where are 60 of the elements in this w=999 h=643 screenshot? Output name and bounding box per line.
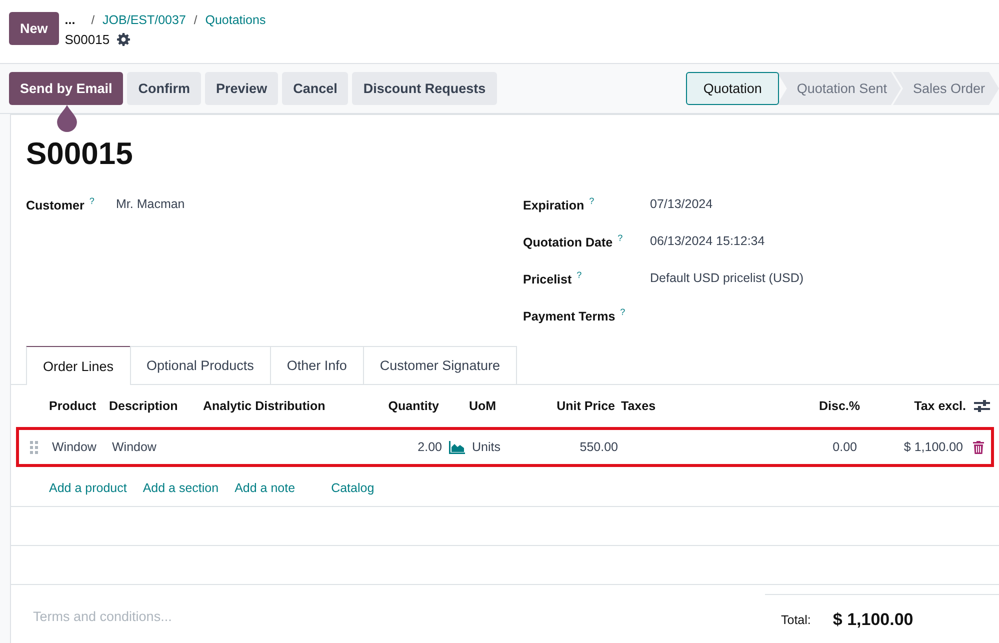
column-header[interactable]: Product bbox=[46, 399, 106, 413]
record-name: S00015 bbox=[64, 32, 110, 47]
settings-icon[interactable] bbox=[116, 33, 130, 46]
action-button[interactable]: Preview bbox=[205, 72, 278, 105]
action-button[interactable]: Send by Email bbox=[9, 72, 124, 105]
add-link[interactable]: Add a note bbox=[234, 481, 296, 506]
total-label: Total: bbox=[781, 612, 811, 626]
column-header[interactable]: Tax excl. bbox=[863, 399, 969, 413]
table-cell-text: 550.00 bbox=[578, 440, 619, 454]
field-label: Payment Terms bbox=[523, 309, 616, 324]
drag-handle-icon[interactable] bbox=[30, 440, 38, 454]
status-stage[interactable]: Quotation Sent bbox=[776, 72, 901, 105]
field-value[interactable]: Default USD pricelist (USD) bbox=[650, 271, 804, 285]
column-header[interactable]: Description bbox=[106, 399, 200, 413]
more-menu[interactable]: ... bbox=[64, 13, 76, 27]
add-link[interactable]: Add a section bbox=[142, 481, 219, 506]
action-button[interactable]: Discount Requests bbox=[352, 72, 497, 105]
delete-icon[interactable] bbox=[973, 440, 984, 454]
column-header[interactable]: Taxes bbox=[618, 399, 773, 413]
new-button[interactable]: New bbox=[9, 12, 59, 45]
field-value[interactable]: 06/13/2024 15:12:34 bbox=[650, 234, 765, 248]
breadcrumb-link[interactable]: JOB/EST/0037 bbox=[102, 13, 186, 27]
column-header[interactable]: Unit Price bbox=[540, 399, 618, 413]
pin-icon bbox=[57, 105, 77, 132]
tab[interactable]: Customer Signature bbox=[362, 346, 517, 384]
field-value[interactable]: 07/13/2024 bbox=[650, 197, 713, 211]
tab[interactable]: Order Lines bbox=[26, 346, 131, 385]
help-tooltip[interactable]: ? bbox=[89, 196, 94, 206]
table-cell-text: Units bbox=[471, 440, 502, 454]
add-link[interactable]: Catalog bbox=[331, 481, 374, 506]
table-cell-text: $ 1,100.00 bbox=[902, 440, 964, 454]
field-label: Pricelist bbox=[523, 272, 572, 286]
action-button[interactable]: Confirm bbox=[127, 72, 202, 105]
column-header[interactable]: Quantity bbox=[350, 399, 466, 413]
column-options-icon[interactable] bbox=[974, 399, 990, 413]
add-link[interactable]: Add a product bbox=[49, 481, 127, 506]
help-tooltip[interactable]: ? bbox=[589, 196, 594, 206]
forecast-chart-icon[interactable] bbox=[449, 440, 465, 454]
table-cell-text: 0.00 bbox=[832, 440, 858, 454]
record-title: S00015 bbox=[26, 135, 133, 173]
column-header[interactable]: Analytic Distribution bbox=[200, 399, 350, 413]
column-header[interactable]: UoM bbox=[466, 399, 540, 413]
breadcrumb-link[interactable]: Quotations bbox=[205, 13, 266, 27]
status-stage[interactable]: Sales Order bbox=[892, 72, 999, 105]
field-label: Quotation Date bbox=[523, 235, 613, 250]
table-cell-text: 2.00 bbox=[416, 440, 443, 454]
column-header[interactable]: Disc.% bbox=[773, 399, 863, 413]
table-cell-text: Window bbox=[111, 440, 158, 454]
field-label: Expiration bbox=[523, 198, 584, 212]
action-button[interactable]: Cancel bbox=[282, 72, 348, 105]
breadcrumb-separator: / bbox=[91, 13, 95, 27]
breadcrumb-separator: / bbox=[194, 13, 198, 27]
status-stage[interactable]: Quotation bbox=[686, 72, 779, 105]
total-value: $ 1,100.00 bbox=[832, 610, 914, 630]
help-tooltip[interactable]: ? bbox=[576, 270, 582, 280]
field-label: Customer bbox=[26, 198, 84, 212]
table-cell-text: Window bbox=[51, 440, 98, 454]
field-value[interactable]: Mr. Macman bbox=[116, 197, 185, 211]
help-tooltip[interactable]: ? bbox=[620, 306, 626, 317]
help-tooltip[interactable]: ? bbox=[618, 232, 623, 243]
